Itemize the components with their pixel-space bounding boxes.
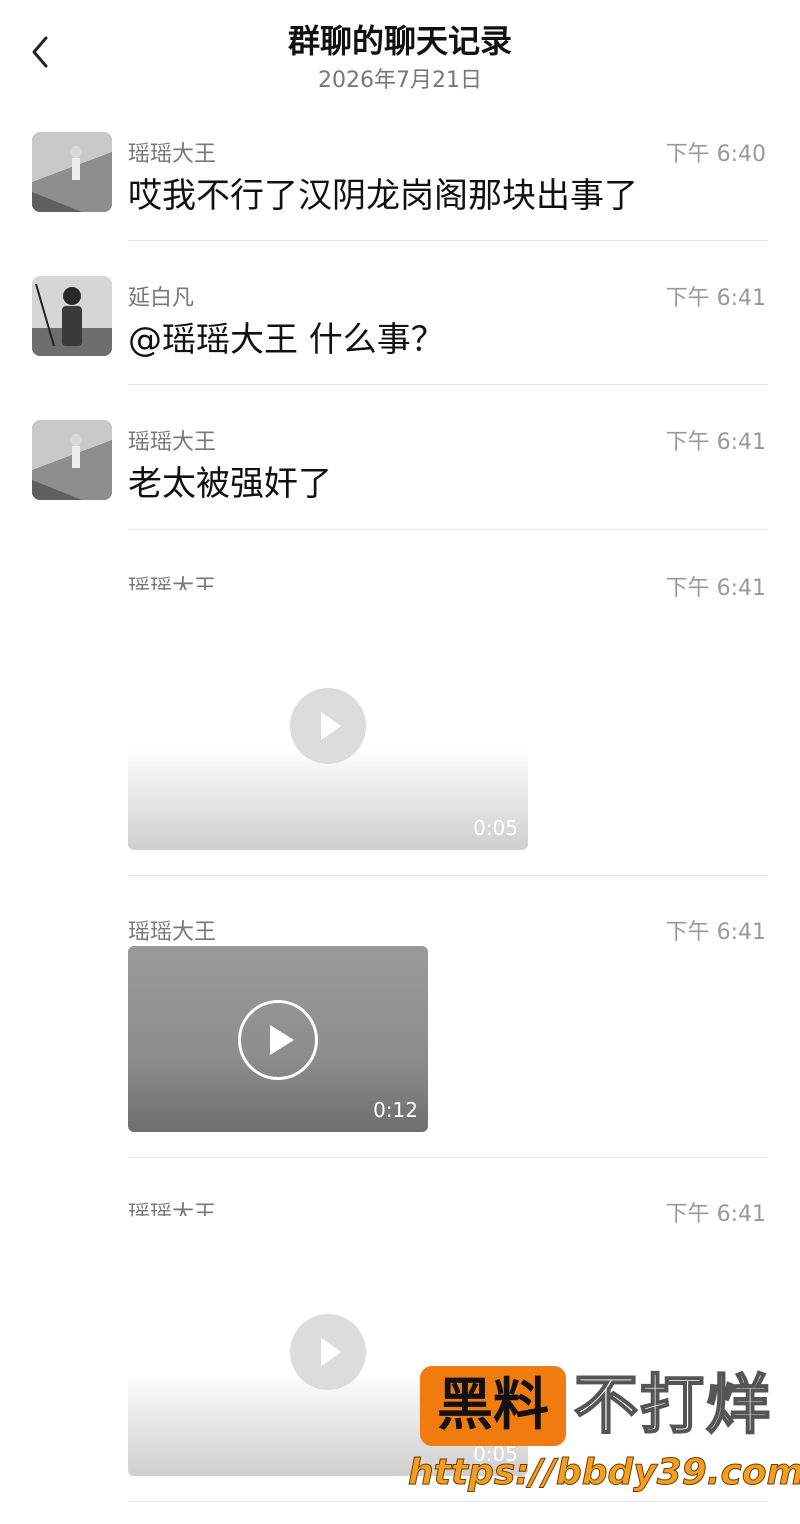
chat-date: 2026年7月21日 [318,68,482,93]
avatar-photo [32,276,112,356]
divider [128,384,768,385]
play-icon[interactable] [238,1000,318,1080]
message-time: 下午 6:41 [665,576,766,601]
sender-name: 延白凡 [128,286,195,311]
video-thumbnail[interactable]: 0:12 [128,946,428,1132]
play-icon[interactable] [290,1314,366,1390]
message-text[interactable]: 老太被强奸了 [128,456,332,505]
divider [128,240,768,241]
divider [128,1157,768,1158]
avatar-photo [32,132,112,212]
avatar-photo [32,420,112,500]
message-time: 下午 6:41 [665,1202,766,1227]
divider [128,875,768,876]
watermark-text: 不打烊 [573,1368,772,1444]
watermark-url: https://bbdy39.com [407,1452,800,1494]
avatar[interactable] [32,132,112,212]
play-icon[interactable] [290,688,366,764]
avatar[interactable] [32,420,112,500]
sender-name: 瑶瑶大王 [128,142,217,167]
message-time: 下午 6:40 [665,142,766,167]
avatar[interactable] [32,276,112,356]
video-duration: 0:12 [373,1098,418,1122]
page-title: 群聊的聊天记录 [287,22,512,60]
video-thumbnail[interactable]: 0:05 [128,590,528,850]
watermark-badge: 黑料 [420,1366,566,1446]
message-time: 下午 6:41 [665,920,766,945]
header: 群聊的聊天记录 2026年7月21日 [0,0,800,110]
video-duration: 0:05 [473,816,518,840]
message-time: 下午 6:41 [665,286,766,311]
watermark: 黑料 不打烊 https://bbdy39.com [407,1366,800,1516]
sender-name: 瑶瑶大王 [128,430,217,455]
sender-name: 瑶瑶大王 [128,920,217,945]
divider [128,529,768,530]
message-time: 下午 6:41 [665,430,766,455]
message-text[interactable]: @瑶瑶大王 什么事？ [128,312,445,361]
message-text[interactable]: 哎我不行了汉阴龙岗阁那块出事了 [128,168,638,217]
